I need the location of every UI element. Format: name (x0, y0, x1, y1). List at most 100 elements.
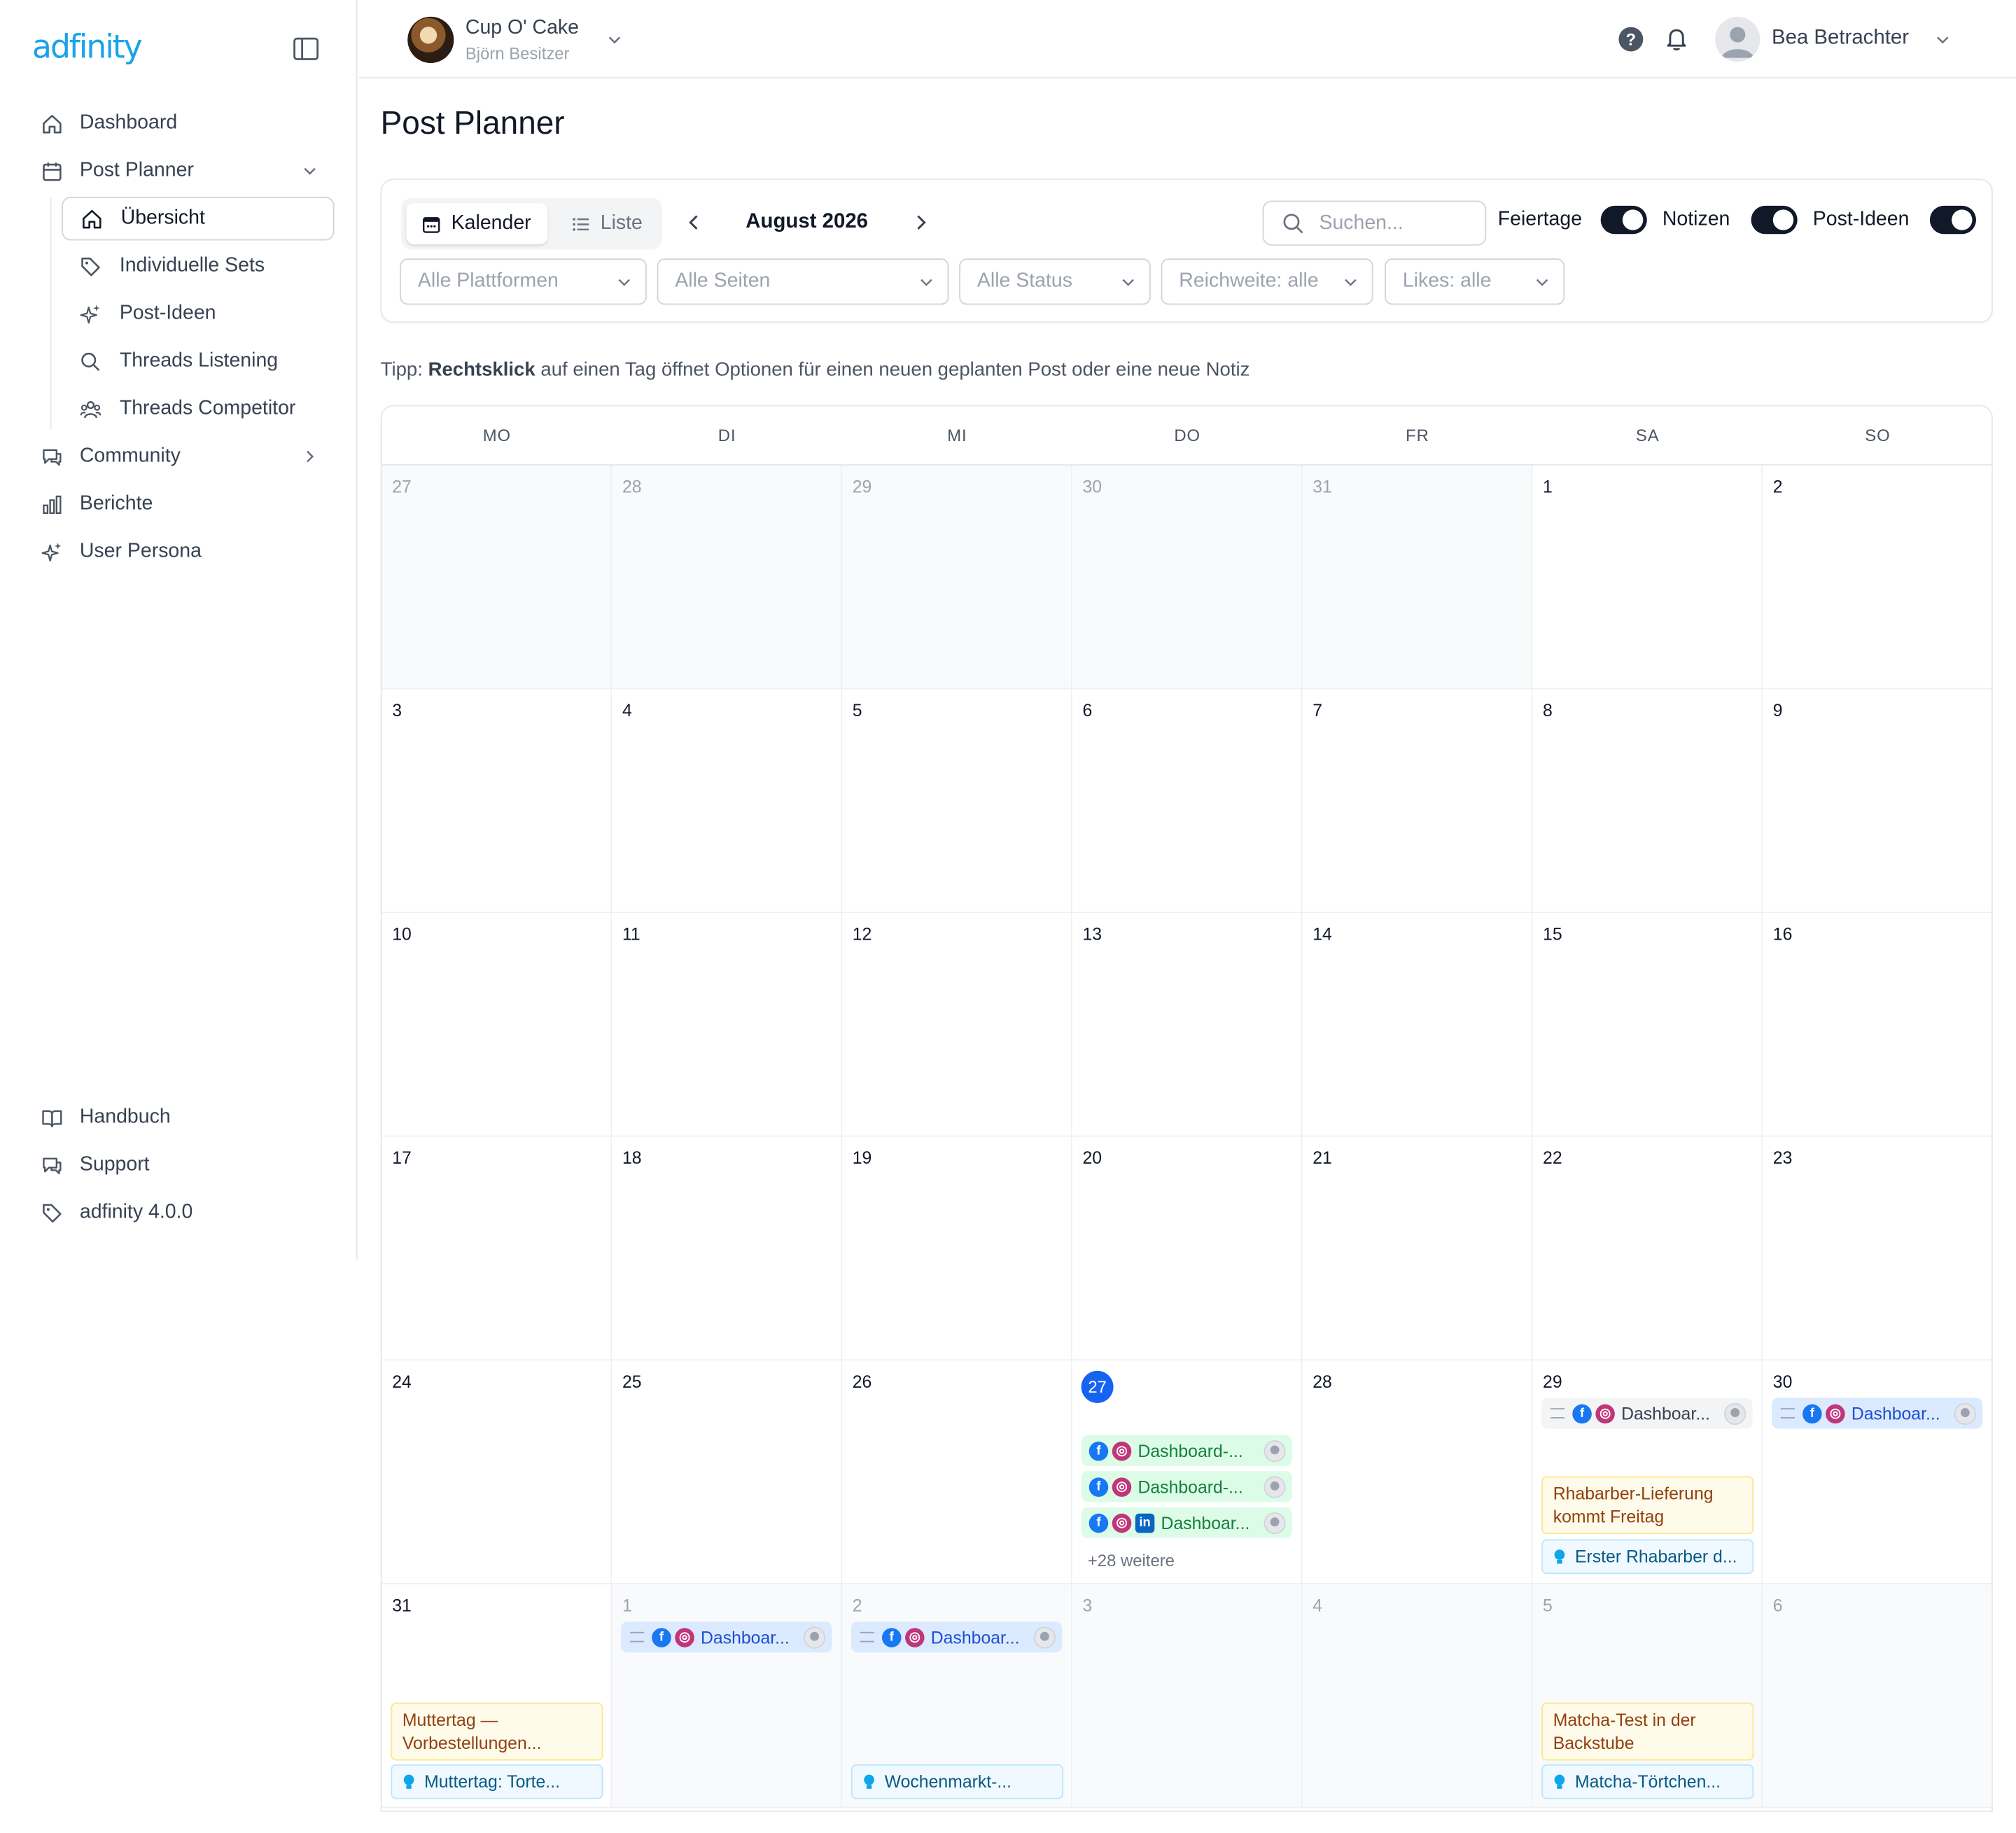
calendar-day-cell[interactable]: 2 (1763, 465, 1992, 690)
calendar-day-cell[interactable]: 12 (842, 913, 1072, 1137)
chevron-down-icon[interactable] (606, 31, 624, 49)
sidebar-subitem-uebersicht[interactable]: Übersicht (62, 197, 335, 241)
sidebar-item-post-planner[interactable]: Post Planner (31, 149, 334, 193)
search-input[interactable] (1319, 211, 1461, 235)
calendar-day-cell[interactable]: 27 f ◎ Dashboard-... f ◎ Dashboard-... f ◎ in Dash… (1072, 1360, 1303, 1584)
toggle-feiertage[interactable] (1600, 205, 1647, 235)
search-box[interactable] (1262, 200, 1487, 246)
brand-avatar[interactable] (407, 16, 454, 63)
post-idea-chip[interactable]: Wochenmarkt-... (850, 1764, 1063, 1799)
tab-kalender[interactable]: Kalender (406, 203, 548, 244)
sidebar-subitem-individuelle-sets[interactable]: Individuelle Sets (62, 244, 334, 288)
scheduled-post-chip[interactable]: f ◎ Dashboar... (621, 1622, 832, 1653)
sidebar-toggle-icon[interactable] (293, 37, 319, 60)
toggle-notizen[interactable] (1751, 205, 1798, 235)
calendar-day-cell[interactable]: 19 (842, 1136, 1072, 1361)
sidebar-item-version[interactable]: adfinity 4.0.0 (31, 1191, 334, 1234)
calendar-day-cell[interactable]: 3 (1072, 1584, 1303, 1808)
calendar-day-cell[interactable]: 30 (1072, 465, 1303, 690)
calendar-day-cell[interactable]: 3 (382, 689, 612, 914)
calendar-day-cell[interactable]: 9 (1763, 689, 1992, 914)
calendar-day-cell[interactable]: 1 f ◎ Dashboar... (612, 1584, 843, 1808)
sidebar-item-support[interactable]: Support (31, 1143, 334, 1187)
sidebar-subitem-threads-competitor[interactable]: Threads Competitor (62, 387, 334, 431)
app-logo[interactable]: adfinity (32, 28, 143, 65)
calendar-day-cell[interactable]: 31 Muttertag — Vorbestellungen... Mutterta… (382, 1584, 612, 1808)
scheduled-post-chip[interactable]: f ◎ Dashboar... (1771, 1398, 1983, 1429)
day-number: 9 (1772, 701, 1783, 720)
drag-handle-icon[interactable] (860, 1631, 874, 1643)
calendar-day-cell[interactable]: 13 (1072, 913, 1303, 1137)
calendar-day-cell[interactable]: 6 (1763, 1584, 1992, 1808)
filter-status[interactable]: Alle Status (959, 258, 1151, 305)
calendar-day-cell[interactable]: 29 f ◎ Dashboar... Rhabarber-Lieferung kommt… (1532, 1360, 1763, 1584)
calendar-note[interactable]: Matcha-Test in der Backstube (1541, 1702, 1754, 1761)
calendar-day-cell[interactable]: 20 (1072, 1136, 1303, 1361)
brand-name[interactable]: Cup O' Cake (465, 17, 579, 40)
calendar-day-cell[interactable]: 5 (842, 689, 1072, 914)
sidebar-subitem-post-ideen[interactable]: Post-Ideen (62, 292, 334, 335)
calendar-day-cell[interactable]: 4 (612, 689, 843, 914)
help-icon[interactable]: ? (1618, 27, 1644, 52)
sidebar-subitem-threads-listening[interactable]: Threads Listening (62, 340, 334, 383)
user-avatar[interactable] (1715, 16, 1760, 62)
filter-reichweite[interactable]: Reichweite: alle (1161, 258, 1373, 305)
calendar-note[interactable]: Rhabarber-Lieferung kommt Freitag (1541, 1476, 1754, 1535)
calendar-day-cell[interactable]: 27 (382, 465, 612, 690)
tab-liste[interactable]: Liste (555, 203, 658, 244)
scheduled-post-chip[interactable]: f ◎ in Dashboar... (1081, 1507, 1292, 1538)
calendar-day-cell[interactable]: 21 (1302, 1136, 1533, 1361)
bell-icon[interactable] (1662, 25, 1690, 53)
calendar-day-cell[interactable]: 6 (1072, 689, 1303, 914)
more-events-link[interactable]: +28 weitere (1088, 1551, 1175, 1570)
calendar-day-cell[interactable]: 10 (382, 913, 612, 1137)
calendar-note[interactable]: Muttertag — Vorbestellungen... (391, 1702, 603, 1761)
calendar-day-cell[interactable]: 31 (1302, 465, 1533, 690)
scheduled-post-chip[interactable]: f ◎ Dashboard-... (1081, 1471, 1292, 1503)
calendar-day-cell[interactable]: 26 (842, 1360, 1072, 1584)
day-number: 4 (1312, 1596, 1323, 1615)
calendar-day-cell[interactable]: 18 (612, 1136, 843, 1361)
calendar-day-cell[interactable]: 24 (382, 1360, 612, 1584)
chevron-left-icon[interactable] (682, 211, 706, 234)
calendar-day-cell[interactable]: 28 (1302, 1360, 1533, 1584)
sidebar-item-dashboard[interactable]: Dashboard (31, 102, 334, 145)
calendar-day-cell[interactable]: 4 (1302, 1584, 1533, 1808)
filter-seiten[interactable]: Alle Seiten (657, 258, 949, 305)
post-idea-chip[interactable]: Matcha-Törtchen... (1541, 1764, 1754, 1799)
drag-handle-icon[interactable] (629, 1631, 645, 1643)
calendar-day-cell[interactable]: 8 (1532, 689, 1763, 914)
sidebar-item-community[interactable]: Community (31, 435, 334, 478)
calendar-day-cell[interactable]: 5 Matcha-Test in der Backstube Matcha-Tört… (1532, 1584, 1763, 1808)
chevron-down-icon[interactable] (1933, 31, 1952, 49)
scheduled-post-chip[interactable]: f ◎ Dashboar... (850, 1622, 1063, 1653)
calendar-day-cell[interactable]: 25 (612, 1360, 843, 1584)
scheduled-post-chip[interactable]: f ◎ Dashboar... (1541, 1398, 1753, 1429)
chevron-right-icon[interactable] (909, 211, 932, 234)
sidebar-item-user-persona[interactable]: User Persona (31, 530, 334, 573)
calendar-day-cell[interactable]: 16 (1763, 913, 1992, 1137)
drag-handle-icon[interactable] (1780, 1408, 1795, 1419)
drag-handle-icon[interactable] (1550, 1408, 1565, 1419)
calendar-day-cell[interactable]: 23 (1763, 1136, 1992, 1361)
scheduled-post-chip[interactable]: f ◎ Dashboard-... (1081, 1435, 1292, 1466)
user-name[interactable]: Bea Betrachter (1772, 27, 1909, 50)
sidebar-item-handbuch[interactable]: Handbuch (31, 1096, 334, 1139)
post-idea-chip[interactable]: Erster Rhabarber d... (1541, 1539, 1754, 1575)
calendar-day-cell[interactable]: 2 f ◎ Dashboar... Wochenmarkt-... (842, 1584, 1072, 1808)
calendar-day-cell[interactable]: 29 (842, 465, 1072, 690)
calendar-day-cell[interactable]: 14 (1302, 913, 1533, 1137)
calendar-day-cell[interactable]: 11 (612, 913, 843, 1137)
calendar-day-cell[interactable]: 28 (612, 465, 843, 690)
filter-plattformen[interactable]: Alle Plattformen (400, 258, 647, 305)
calendar-day-cell[interactable]: 30 f ◎ Dashboar... (1763, 1360, 1992, 1584)
calendar-day-cell[interactable]: 22 (1532, 1136, 1763, 1361)
sidebar-item-berichte[interactable]: Berichte (31, 482, 334, 526)
filter-likes[interactable]: Likes: alle (1385, 258, 1565, 305)
calendar-day-cell[interactable]: 17 (382, 1136, 612, 1361)
calendar-day-cell[interactable]: 1 (1532, 465, 1763, 690)
calendar-day-cell[interactable]: 15 (1532, 913, 1763, 1137)
calendar-day-cell[interactable]: 7 (1302, 689, 1533, 914)
toggle-post-ideen[interactable] (1929, 205, 1977, 235)
post-idea-chip[interactable]: Muttertag: Torte... (391, 1764, 603, 1799)
